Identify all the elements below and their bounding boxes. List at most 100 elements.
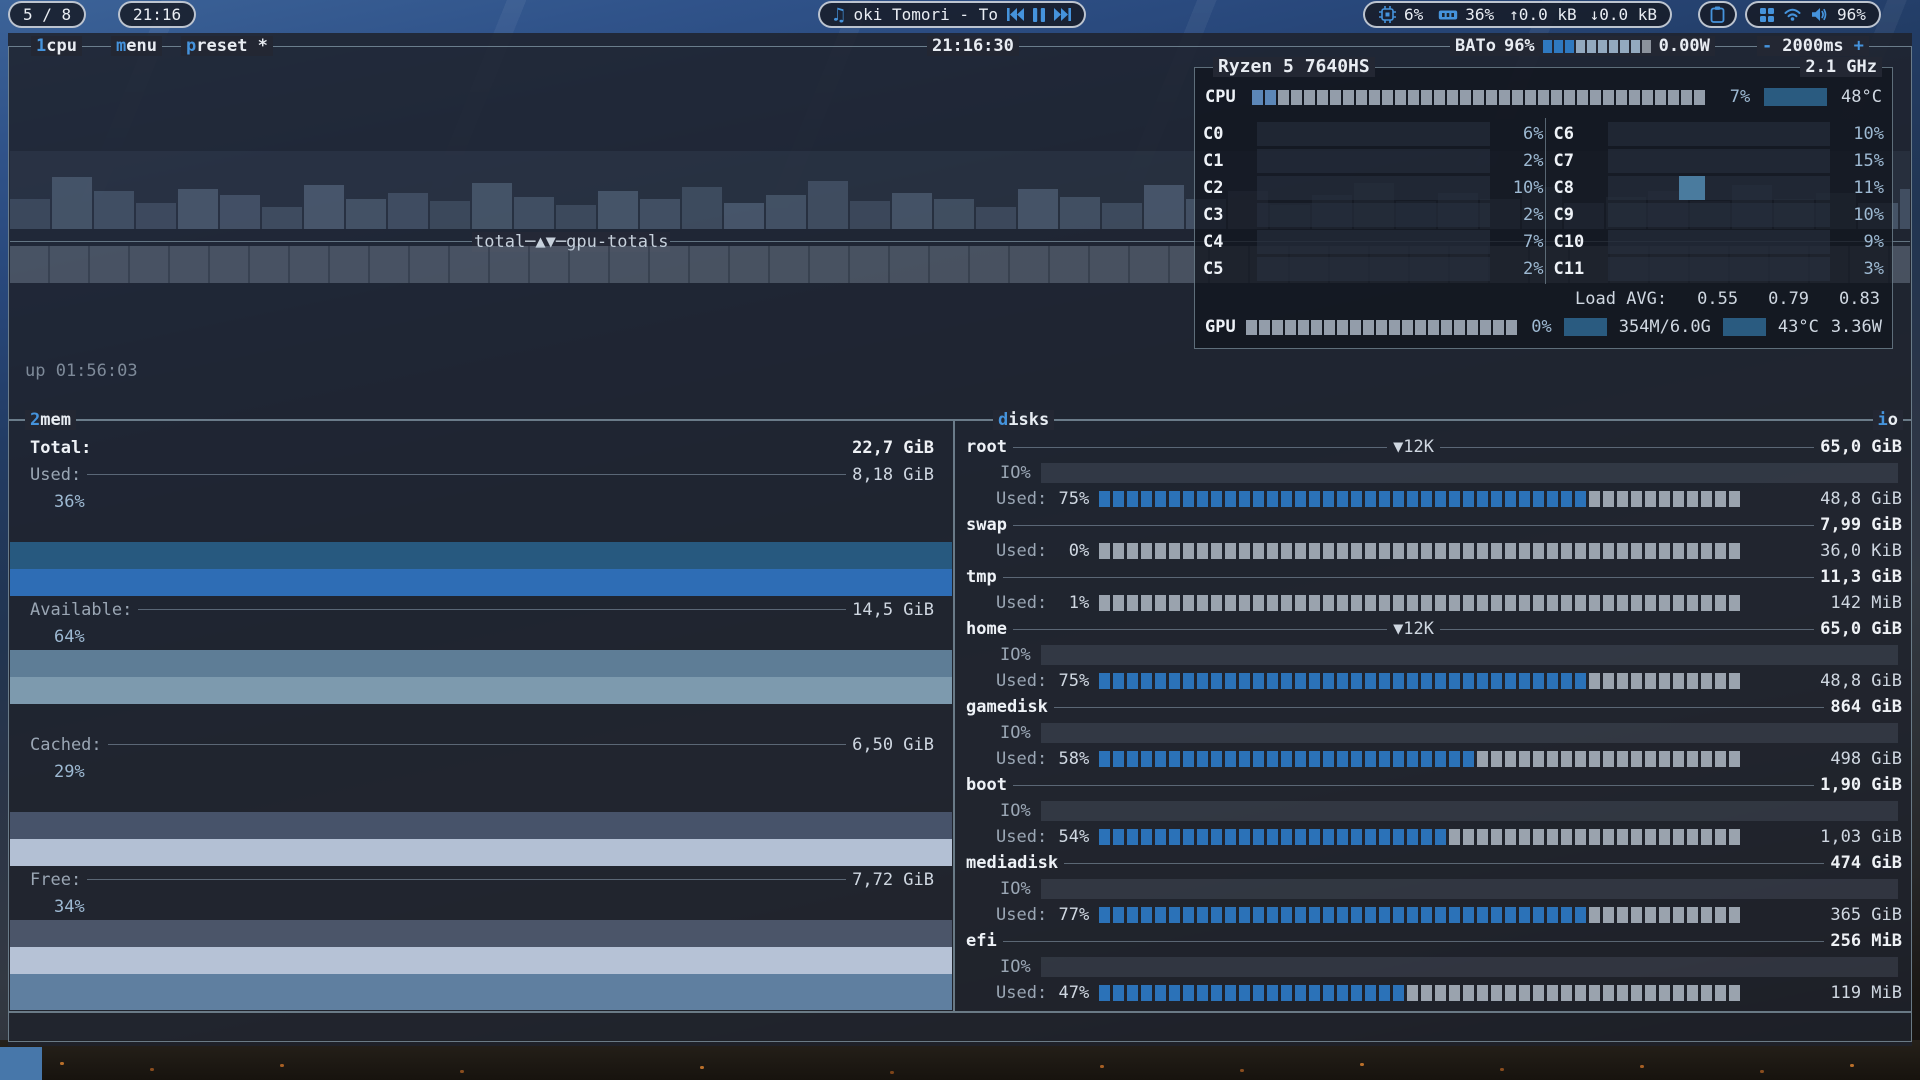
wifi-icon[interactable] bbox=[1784, 8, 1801, 21]
used-bar-block bbox=[1323, 907, 1334, 923]
used-bar-block bbox=[1547, 595, 1558, 611]
used-bar-block bbox=[1197, 907, 1208, 923]
mem-divider-row: Available:14,5 GiB bbox=[10, 596, 952, 623]
used-bar-block bbox=[1323, 829, 1334, 845]
clipboard-pill[interactable] bbox=[1698, 1, 1737, 28]
used-bar-block bbox=[1547, 985, 1558, 1001]
used-bar-block bbox=[1141, 751, 1152, 767]
wallpaper-embers bbox=[60, 1062, 64, 1065]
mem-divider-row: Cached:6,50 GiB bbox=[10, 731, 952, 758]
clock-pill[interactable]: 21:16 bbox=[118, 1, 196, 28]
tab-mem[interactable]: 2mem bbox=[25, 410, 76, 430]
next-track-icon[interactable] bbox=[1054, 8, 1071, 21]
core-percent: 3% bbox=[1838, 259, 1884, 279]
music-player-pill[interactable]: ♫ oki Tomori - To bbox=[818, 1, 1086, 28]
used-bar-block bbox=[1435, 491, 1446, 507]
used-bar-block bbox=[1533, 673, 1544, 689]
disk-used-value: 365 GiB bbox=[1790, 905, 1902, 925]
disk-used-value: 48,8 GiB bbox=[1790, 489, 1902, 509]
meter-block bbox=[1493, 320, 1504, 335]
disk-used-row: Used:75%48,8 GiB bbox=[956, 668, 1910, 694]
mem-entry-label: Total: bbox=[30, 438, 91, 458]
used-bar-block bbox=[1561, 491, 1572, 507]
used-bar-block bbox=[1463, 673, 1474, 689]
used-bar-block bbox=[1715, 829, 1726, 845]
meter-block bbox=[1590, 90, 1601, 105]
volume-icon[interactable] bbox=[1811, 7, 1827, 22]
used-bar-block bbox=[1365, 673, 1376, 689]
used-bar-block bbox=[1127, 751, 1138, 767]
used-bar-block bbox=[1113, 673, 1124, 689]
update-interval: - 2000ms + bbox=[1757, 36, 1869, 56]
used-bar-block bbox=[1211, 491, 1222, 507]
used-bar-block bbox=[1099, 829, 1110, 845]
used-bar-block bbox=[1407, 673, 1418, 689]
menu-button[interactable]: menu bbox=[111, 36, 162, 56]
meter-block bbox=[1343, 90, 1354, 105]
cpu-graph-tile bbox=[136, 203, 176, 229]
used-bar-block bbox=[1351, 595, 1362, 611]
system-tray-pill[interactable]: 96% bbox=[1745, 1, 1881, 28]
used-bar-block bbox=[1169, 595, 1180, 611]
gpu-usage-meter bbox=[1246, 320, 1517, 335]
core-percent: 10% bbox=[1838, 124, 1884, 144]
disk-name: swap bbox=[966, 515, 1007, 535]
used-bar-block bbox=[1295, 491, 1306, 507]
workspace-indicator[interactable]: 5 / 8 bbox=[8, 1, 86, 28]
used-bar-block bbox=[1127, 829, 1138, 845]
battery-block bbox=[1598, 40, 1607, 53]
used-bar-block bbox=[1505, 543, 1516, 559]
load-average-row: Load AVG: 0.55 0.79 0.83 bbox=[1195, 286, 1892, 312]
used-bar-block bbox=[1701, 595, 1712, 611]
tab-io[interactable]: io bbox=[1873, 410, 1904, 430]
used-bar-block bbox=[1295, 673, 1306, 689]
disk-header-row: gamedisk864 GiB bbox=[956, 694, 1910, 720]
used-bar-block bbox=[1547, 673, 1558, 689]
cpu-graph-tile bbox=[976, 207, 1016, 229]
mem-entry-value: 7,72 GiB bbox=[852, 870, 934, 890]
used-bar-block bbox=[1225, 491, 1236, 507]
system-stats-pill[interactable]: 6% 36% ↑0.0 kB ↓0.0 kB bbox=[1363, 1, 1672, 28]
used-bar-block bbox=[1645, 543, 1656, 559]
disk-used-label: Used: bbox=[996, 749, 1047, 769]
used-bar-block bbox=[1687, 491, 1698, 507]
used-bar-block bbox=[1491, 543, 1502, 559]
used-bar-block bbox=[1309, 595, 1320, 611]
core-row: C47% bbox=[1203, 228, 1544, 255]
used-bar-block bbox=[1351, 907, 1362, 923]
mem-gap-row bbox=[10, 785, 952, 812]
used-bar-block bbox=[1421, 751, 1432, 767]
previous-track-icon[interactable] bbox=[1007, 8, 1024, 21]
core-percent: 15% bbox=[1838, 151, 1884, 171]
preset-button[interactable]: preset * bbox=[181, 36, 273, 56]
used-bar-block bbox=[1645, 491, 1656, 507]
core-usage-graph bbox=[1608, 149, 1831, 173]
used-bar-block bbox=[1141, 491, 1152, 507]
used-bar-block bbox=[1155, 985, 1166, 1001]
used-bar-block bbox=[1421, 491, 1432, 507]
interval-decrease-button[interactable]: - bbox=[1762, 36, 1772, 56]
pause-icon[interactable] bbox=[1033, 8, 1045, 22]
meter-block bbox=[1428, 320, 1439, 335]
cpu-graph-tile bbox=[640, 199, 680, 229]
tab-disks[interactable]: disks bbox=[993, 410, 1054, 430]
disk-used-label: Used: bbox=[996, 489, 1047, 509]
used-bar-block bbox=[1519, 673, 1530, 689]
core-label: C10 bbox=[1554, 232, 1600, 252]
disk-used-row: Used:0%36,0 KiB bbox=[956, 538, 1910, 564]
tab-cpu[interactable]: 1cpu bbox=[31, 36, 82, 56]
gpu-usage-percent: 0% bbox=[1517, 317, 1551, 337]
disk-used-percent: 47% bbox=[1047, 983, 1089, 1003]
mem-graph-band bbox=[10, 839, 952, 866]
used-bar-block bbox=[1603, 543, 1614, 559]
used-bar-block bbox=[1365, 985, 1376, 1001]
used-bar-block bbox=[1715, 491, 1726, 507]
app-grid-icon[interactable] bbox=[1760, 8, 1774, 22]
cpu-graph-tile bbox=[1900, 189, 1910, 229]
used-bar-block bbox=[1365, 491, 1376, 507]
used-bar-block bbox=[1687, 907, 1698, 923]
interval-increase-button[interactable]: + bbox=[1854, 36, 1864, 56]
used-bar-block bbox=[1477, 985, 1488, 1001]
used-bar-block bbox=[1295, 543, 1306, 559]
core-row: C610% bbox=[1554, 120, 1885, 147]
